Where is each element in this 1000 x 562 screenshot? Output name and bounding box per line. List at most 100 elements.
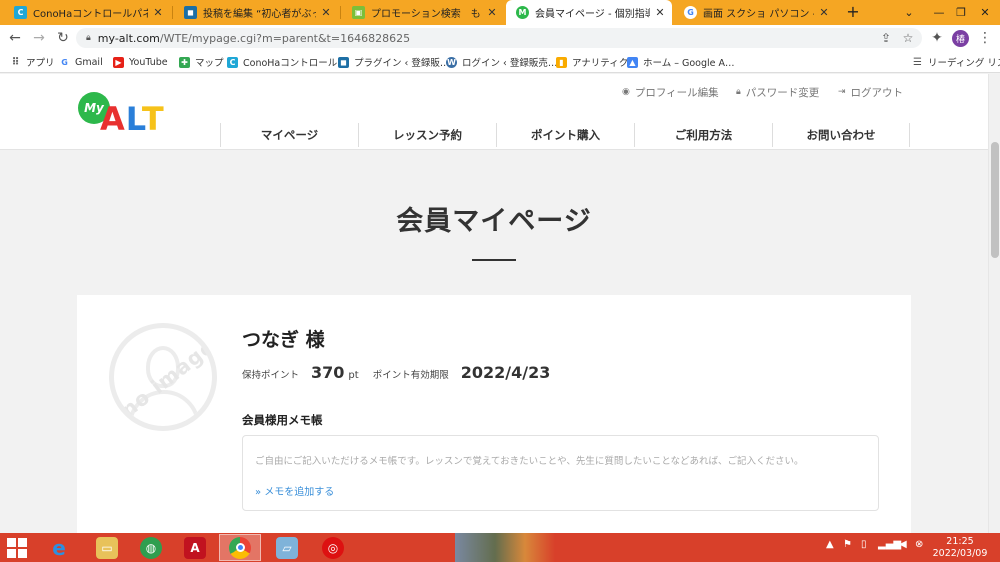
profile-edit-link[interactable]: ◉ プロフィール編集 [622,84,719,100]
tab-strip: C ConoHaコントロールパネル ✕ ◼ 投稿を編集 “初心者がぶっつけ本 ✕… [0,0,1000,25]
tab-close-icon[interactable]: ✕ [320,6,332,19]
taskbar-security[interactable]: ◎ [312,534,354,561]
tab-close-icon[interactable]: ✕ [486,6,498,19]
profile-avatar[interactable]: 椿 [952,30,969,47]
avatar-placeholder: no image [109,323,217,431]
share-icon[interactable]: ⇪ [876,28,896,48]
tray-ime-icon[interactable]: ⊗ [915,539,923,550]
nav-how-to-use[interactable]: ご利用方法 [634,123,772,147]
taskbar-explorer[interactable]: ▭ [86,534,128,561]
google-ads-icon: ▲ [627,56,638,68]
taskbar-ie[interactable]: e [38,534,80,561]
taskbar-clock[interactable]: 21:25 2022/03/09 [928,536,992,560]
google-icon: G [61,57,68,67]
globe-icon: ◍ [140,536,162,559]
tab-title: 会員マイページ - 個別指導オンラ [535,9,650,20]
points-label: 保持ポイント [242,370,300,381]
bookmark-star-icon[interactable]: ☆ [898,28,918,48]
tab-close-icon[interactable]: ✕ [818,6,830,19]
site-header: My ALT ◉ プロフィール編集 🔒︎ パスワード変更 ⇥ ログアウト マイページ … [0,74,988,150]
tab-separator [172,6,173,19]
logout-link[interactable]: ⇥ ログアウト [838,84,903,100]
tray-battery-icon[interactable]: ▯ [861,539,867,550]
clock-time: 21:25 [946,536,974,547]
nav-contact[interactable]: お問い合わせ [772,123,910,147]
bookmark-apps[interactable]: ⠿ アプリ [10,54,55,70]
taskbar-chrome[interactable] [219,534,261,561]
nav-lesson-booking[interactable]: レッスン予約 [358,123,496,147]
lock-icon: 🔒︎ [86,33,91,43]
title-underline [472,259,516,261]
taskbar-notes[interactable]: ▱ [266,534,308,561]
menu-icon[interactable]: ⋮ [974,25,996,51]
tab-close-icon[interactable]: ✕ [152,6,164,19]
wordpress-favicon-icon: ◼ [184,6,197,19]
page-scrollbar[interactable] [988,74,1000,533]
bookmark-label: YouTube [129,56,168,68]
bookmark-login[interactable]: W ログイン ‹ 登録販売… [446,54,557,70]
reload-icon[interactable]: ↻ [52,25,74,51]
back-icon[interactable]: ← [4,25,26,51]
global-nav: マイページ レッスン予約 ポイント購入 ご利用方法 お問い合わせ [220,123,910,147]
tab-search-chevron-icon[interactable]: ⌄ [894,0,924,25]
points-summary: 保持ポイント 370 pt ポイント有効期限 2022/4/23 [242,363,550,382]
scrollbar-thumb[interactable] [991,142,999,258]
logout-icon: ⇥ [838,87,846,97]
myalt-logo[interactable]: My ALT [78,92,190,138]
tab-conoha[interactable]: C ConoHaコントロールパネル ✕ [4,0,170,25]
windows-start-icon[interactable] [7,538,27,558]
tab-member-mypage[interactable]: M 会員マイページ - 個別指導オンラ ✕ [506,0,672,25]
nav-mypage[interactable]: マイページ [220,123,358,147]
extensions-icon[interactable]: ✦ [926,25,948,51]
member-name: つなぎ 様 [242,329,325,351]
bookmark-plugins[interactable]: ◼ プラグイン ‹ 登録販… [338,54,449,70]
nav-point-purchase[interactable]: ポイント購入 [496,123,634,147]
clock-date: 2022/03/09 [932,548,988,559]
memo-placeholder: ご自由にご記入いただけるメモ帳です。レッスンで覚えておきたいことや、先生に質問し… [255,456,804,467]
forward-icon[interactable]: → [28,25,50,51]
link-label: ログアウト [850,86,904,99]
tab-edit-post[interactable]: ◼ 投稿を編集 “初心者がぶっつけ本 ✕ [174,0,338,25]
password-change-link[interactable]: 🔒︎ パスワード変更 [736,84,819,100]
tray-overflow-icon[interactable]: ▲ [826,539,834,550]
page-title: 会員マイページ [396,206,592,237]
points-unit: pt [348,370,359,381]
tab-separator [340,6,341,19]
bookmark-google-ads[interactable]: ▲ ホーム – Google A… [627,54,735,70]
tab-title: 画面 スクショ パソコン - Google [703,9,814,20]
page-viewport: My ALT ◉ プロフィール編集 🔒︎ パスワード変更 ⇥ ログアウト マイページ … [0,74,988,533]
expiry-value: 2022/4/23 [460,363,551,382]
url-host: my-alt.com [97,31,160,45]
expiry-label: ポイント有効期限 [372,370,449,381]
address-bar[interactable]: 🔒︎ my-alt.com/WTE/mypage.cgi?m=parent&t=… [76,28,922,48]
add-memo-link[interactable]: » メモを追加する [255,483,334,498]
chrome-icon [229,536,251,559]
close-window-icon[interactable]: ✕ [970,0,1000,25]
tab-close-icon[interactable]: ✕ [654,6,666,19]
reading-list[interactable]: ☰ リーディング リスト [912,54,1000,70]
notes-icon: ▱ [276,536,298,559]
taskbar-app-globe[interactable]: ◍ [130,534,172,561]
bookmark-youtube[interactable]: ▶ YouTube [113,54,168,70]
tab-title: 投稿を編集 “初心者がぶっつけ本 [203,9,316,20]
browser-toolbar: ← → ↻ 🔒︎ my-alt.com/WTE/mypage.cgi?m=par… [0,25,1000,51]
new-tab-button[interactable]: + [843,2,863,22]
bookmark-analytics[interactable]: ▮ アナリティクス [556,54,637,70]
lock-icon: 🔒︎ [736,87,741,97]
wallpaper-art [455,533,555,562]
windows-taskbar: e ▭ ◍ A ▱ ◎ ▲ ⚑ ▯ ▂▄▆ ◀ ⊗ 21:25 2022/03/… [0,533,1000,562]
bookmark-gmail[interactable]: G Gmail [59,54,103,70]
tab-promotion-search[interactable]: ▣ プロモーション検索 もしもアフィ ✕ [342,0,504,25]
memo-box: ご自由にご記入いただけるメモ帳です。レッスンで覚えておきたいことや、先生に質問し… [242,435,879,511]
tab-google-search[interactable]: G 画面 スクショ パソコン - Google ✕ [674,0,836,25]
tray-network-icon[interactable]: ▂▄▆ [878,539,901,550]
tray-action-center-icon[interactable]: ⚑ [843,539,852,550]
tray-volume-icon[interactable]: ◀ [899,539,907,550]
bookmark-label: マップ [195,58,224,69]
bookmark-maps[interactable]: ✚ マップ [179,54,224,70]
bookmark-conoha[interactable]: C ConoHaコントロール… [227,54,347,70]
link-label: パスワード変更 [745,86,820,99]
moshimo-favicon-icon: ▣ [352,6,365,19]
logo-letter: T [141,100,165,138]
taskbar-acrobat[interactable]: A [174,534,216,561]
